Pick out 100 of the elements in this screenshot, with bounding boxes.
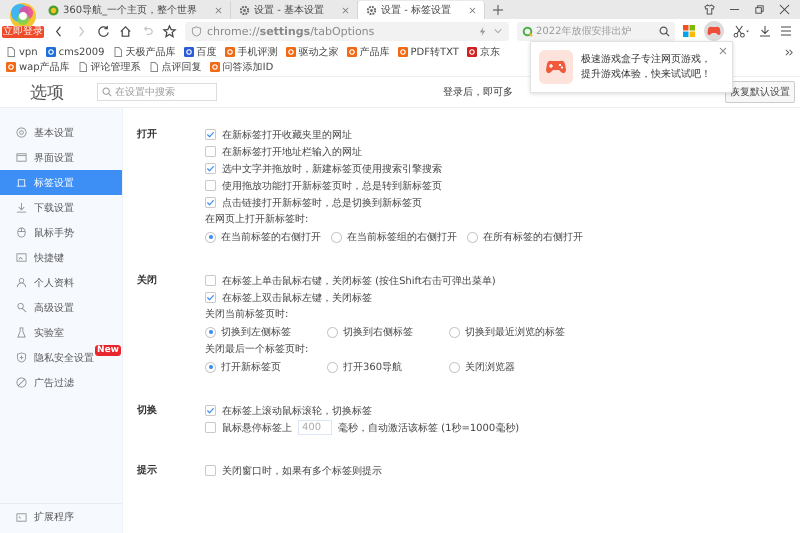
bookmark-item[interactable]: 手机评测 xyxy=(224,45,278,59)
site-icon xyxy=(224,47,235,57)
tab-title: 360导航_一个主页，整个世界 xyxy=(63,4,198,17)
checkbox-option[interactable]: 关闭窗口时，如果有多个标签则提示 xyxy=(205,462,382,479)
bookmark-item[interactable]: vpn xyxy=(6,45,38,59)
chevron-down-icon[interactable] xyxy=(493,26,503,36)
radio-option[interactable]: 打开新标签页 xyxy=(205,360,317,374)
bookmark-item[interactable]: cms2009 xyxy=(46,45,105,59)
option-label: 鼠标悬停标签上 xyxy=(222,422,292,434)
radio-option[interactable]: 切换到左侧标签 xyxy=(205,325,317,339)
bookmark-item[interactable]: 评论管理系 xyxy=(78,60,141,74)
flask-icon xyxy=(16,327,27,338)
bookmark-item[interactable]: 百度 xyxy=(184,45,217,59)
more-chevron-icon[interactable] xyxy=(785,48,794,57)
radio-option[interactable]: 在当前标签组的右侧打开 xyxy=(331,230,457,244)
mouse-icon xyxy=(16,227,27,238)
checkbox[interactable] xyxy=(205,197,216,208)
settings-search-box[interactable]: 在设置中搜索 xyxy=(97,83,217,101)
restore-icon[interactable] xyxy=(754,4,765,15)
sidebar-item[interactable]: 鼠标手势 xyxy=(0,220,122,245)
apps-icon[interactable] xyxy=(683,25,695,37)
star-icon[interactable] xyxy=(162,24,177,38)
checkbox-option[interactable]: 在新标签打开地址栏输入的网址 xyxy=(205,143,583,160)
bookmark-item[interactable]: 点评回复 xyxy=(148,60,202,74)
radio-option[interactable]: 切换到最近浏览的标签 xyxy=(449,325,565,339)
site-icon xyxy=(286,47,296,57)
radio-option[interactable]: 在所有标签的右侧打开 xyxy=(467,230,583,244)
close-icon[interactable] xyxy=(469,6,476,14)
checkbox-option[interactable]: 在标签上单击鼠标右键，关闭标签 (按住Shift右击可弹出菜单) xyxy=(205,272,565,289)
bookmark-item[interactable]: 问答添加ID xyxy=(210,60,274,74)
checkbox[interactable] xyxy=(205,405,216,416)
checkbox[interactable] xyxy=(205,180,216,191)
sidebar-item[interactable]: 快捷键 xyxy=(0,245,122,270)
section-title: 提示 xyxy=(137,464,158,478)
browser-tab[interactable]: 设置 - 标签设置 xyxy=(358,1,486,19)
radio-button[interactable] xyxy=(327,326,338,338)
checkbox-option[interactable]: 在新标签打开收藏夹里的网址 xyxy=(205,126,583,143)
checkbox[interactable] xyxy=(205,129,216,140)
sidebar-item[interactable]: 高级设置 xyxy=(0,295,122,320)
download-icon[interactable] xyxy=(759,25,771,37)
scissors-icon[interactable] xyxy=(733,24,750,38)
close-icon[interactable] xyxy=(342,6,350,14)
new-tab-icon[interactable] xyxy=(493,5,504,15)
reload-icon[interactable] xyxy=(96,24,111,38)
login-badge[interactable]: 立即登录 xyxy=(2,26,44,38)
radio-option[interactable]: 切换到右侧标签 xyxy=(327,325,439,339)
bookmark-item[interactable]: 驱动之家 xyxy=(286,45,339,59)
radio-button[interactable] xyxy=(449,326,460,338)
close-icon[interactable] xyxy=(719,47,727,55)
radio-button[interactable] xyxy=(327,362,338,372)
bookmark-item[interactable]: wap产品库 xyxy=(6,60,70,74)
magnifier-icon xyxy=(16,302,27,313)
shirt-icon[interactable] xyxy=(704,4,715,15)
checkbox-option[interactable]: 选中文字并拖放时，新建标签页使用搜索引擎搜索 xyxy=(205,160,583,177)
sidebar-item[interactable]: 隐私安全设置 New xyxy=(0,345,122,370)
extensions-item[interactable]: 扩展程序 xyxy=(0,503,122,530)
checkbox[interactable] xyxy=(205,275,216,286)
browser-tab[interactable]: 360导航_一个主页，整个世界 xyxy=(40,1,232,19)
shield-icon xyxy=(16,352,27,363)
sidebar-item[interactable]: 下载设置 xyxy=(0,195,122,220)
gamepad-icon[interactable] xyxy=(704,21,724,41)
sidebar-item[interactable]: 个人资料 xyxy=(0,270,122,295)
radio-option[interactable]: 关闭浏览器 xyxy=(449,360,515,374)
home-icon[interactable] xyxy=(118,24,133,38)
radio-button[interactable] xyxy=(205,362,216,372)
radio-option[interactable]: 在当前标签的右侧打开 xyxy=(205,230,321,244)
section-title: 切换 xyxy=(137,404,158,418)
checkbox[interactable] xyxy=(205,163,216,174)
sidebar-item[interactable]: 界面设置 xyxy=(0,145,122,170)
sidebar-item[interactable]: 基本设置 xyxy=(0,120,122,145)
browser-logo[interactable]: 立即登录 xyxy=(2,1,44,41)
bookmark-item[interactable]: 京东 xyxy=(466,45,500,59)
close-icon[interactable] xyxy=(779,4,790,15)
menu-icon[interactable] xyxy=(780,25,792,37)
bookmark-item[interactable]: PDF转TXT xyxy=(398,45,459,59)
close-icon[interactable] xyxy=(215,6,222,14)
shield-icon xyxy=(191,26,202,36)
radio-button[interactable] xyxy=(205,326,216,338)
checkbox-option[interactable]: 点击链接打开新标签时，总是切换到新标签页 xyxy=(205,194,583,211)
radio-button[interactable] xyxy=(449,362,460,372)
bookmark-item[interactable]: 产品库 xyxy=(346,45,390,59)
sidebar-item[interactable]: 广告过滤 xyxy=(0,370,122,395)
search-icon[interactable] xyxy=(659,26,670,36)
checkbox[interactable] xyxy=(205,465,216,476)
image-icon xyxy=(16,252,27,263)
lightning-icon[interactable] xyxy=(477,26,488,36)
radio-button[interactable] xyxy=(467,232,478,242)
checkbox[interactable] xyxy=(205,146,216,157)
bookmark-item[interactable]: 天极产品库 xyxy=(112,45,176,59)
radio-button[interactable] xyxy=(205,232,216,242)
search-icon xyxy=(102,87,112,97)
checkbox[interactable] xyxy=(205,422,216,433)
tab-title: 设置 - 基本设置 xyxy=(254,4,324,17)
radio-button[interactable] xyxy=(331,232,342,242)
checkbox-option[interactable]: 在标签上滚动鼠标滚轮，切换标签 xyxy=(205,402,520,419)
checkbox-option[interactable]: 使用拖放功能打开新标签页时，总是转到新标签页 xyxy=(205,177,583,194)
radio-option[interactable]: 打开360导航 xyxy=(327,360,439,374)
checkbox-option[interactable]: 在标签上双击鼠标左键，关闭标签 xyxy=(205,289,565,306)
sidebar-item[interactable]: 实验室 xyxy=(0,320,122,345)
checkbox[interactable] xyxy=(205,292,216,303)
